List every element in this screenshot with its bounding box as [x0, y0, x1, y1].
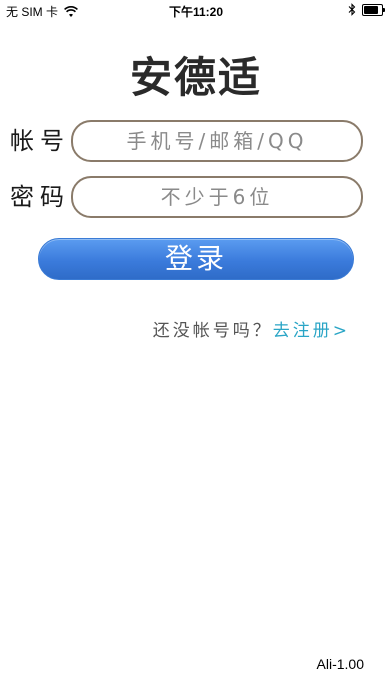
- battery-fill: [364, 5, 378, 14]
- account-input[interactable]: [71, 120, 363, 162]
- bluetooth-icon: [348, 3, 356, 16]
- status-time: 下午11:20: [168, 5, 224, 19]
- version-label: Ali-1.00: [316, 656, 364, 672]
- register-link[interactable]: 去注册>: [273, 321, 350, 341]
- register-row: 还没帐号吗？去注册>: [153, 316, 350, 341]
- status-bar: 无 SIM 卡 下午11:20: [0, 0, 392, 22]
- battery-icon: [362, 3, 386, 16]
- register-prompt: 还没帐号吗？: [152, 321, 273, 341]
- login-button[interactable]: 登录: [38, 238, 354, 280]
- password-label: 密码: [10, 183, 70, 211]
- password-row: 密码: [0, 176, 392, 218]
- password-input[interactable]: [71, 176, 363, 218]
- status-right: [348, 3, 386, 16]
- account-row: 帐号: [0, 120, 392, 162]
- app-title: 安德适: [129, 53, 262, 102]
- account-label: 帐号: [10, 127, 70, 155]
- battery-tip: [383, 7, 385, 12]
